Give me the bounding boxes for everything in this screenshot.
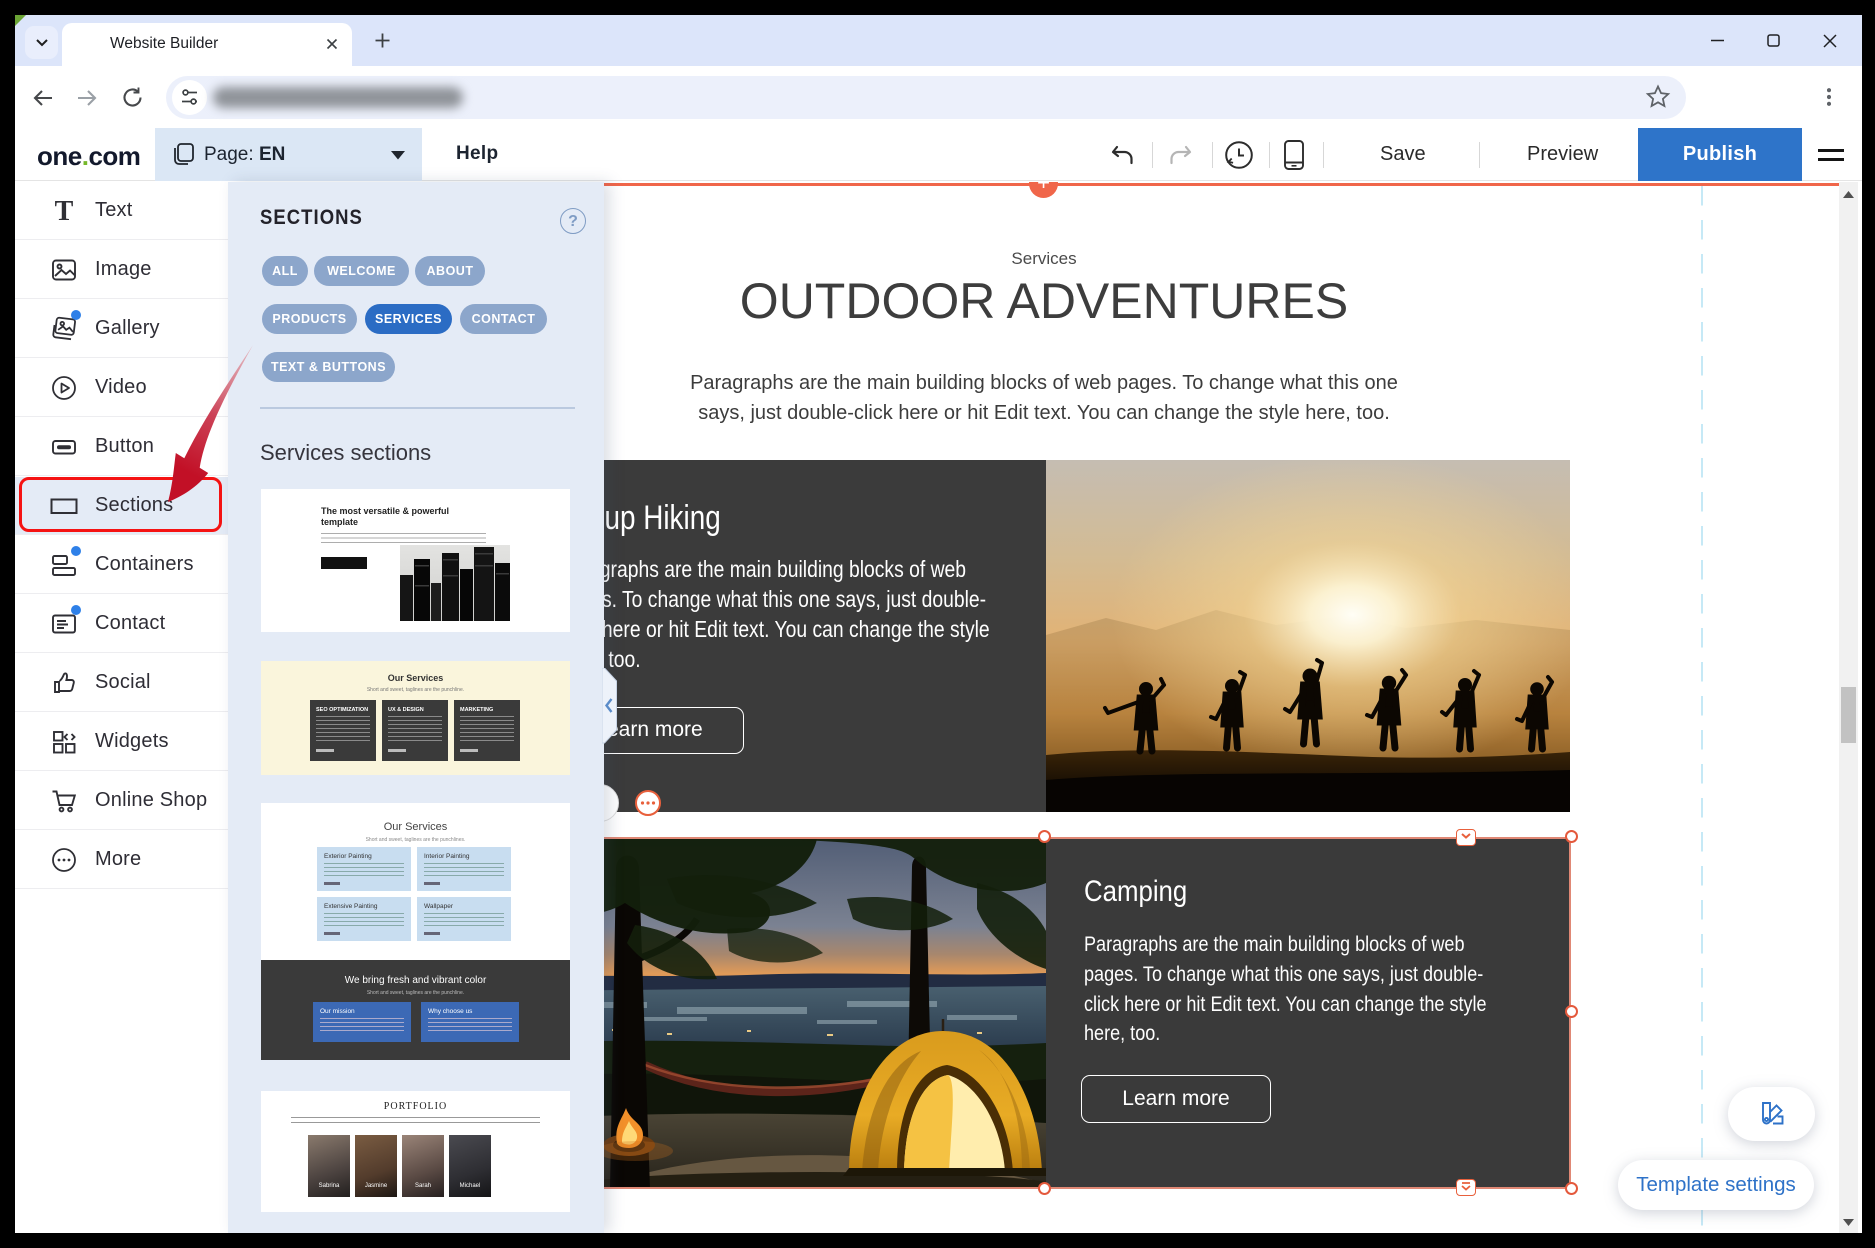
- svg-text:T: T: [55, 197, 74, 225]
